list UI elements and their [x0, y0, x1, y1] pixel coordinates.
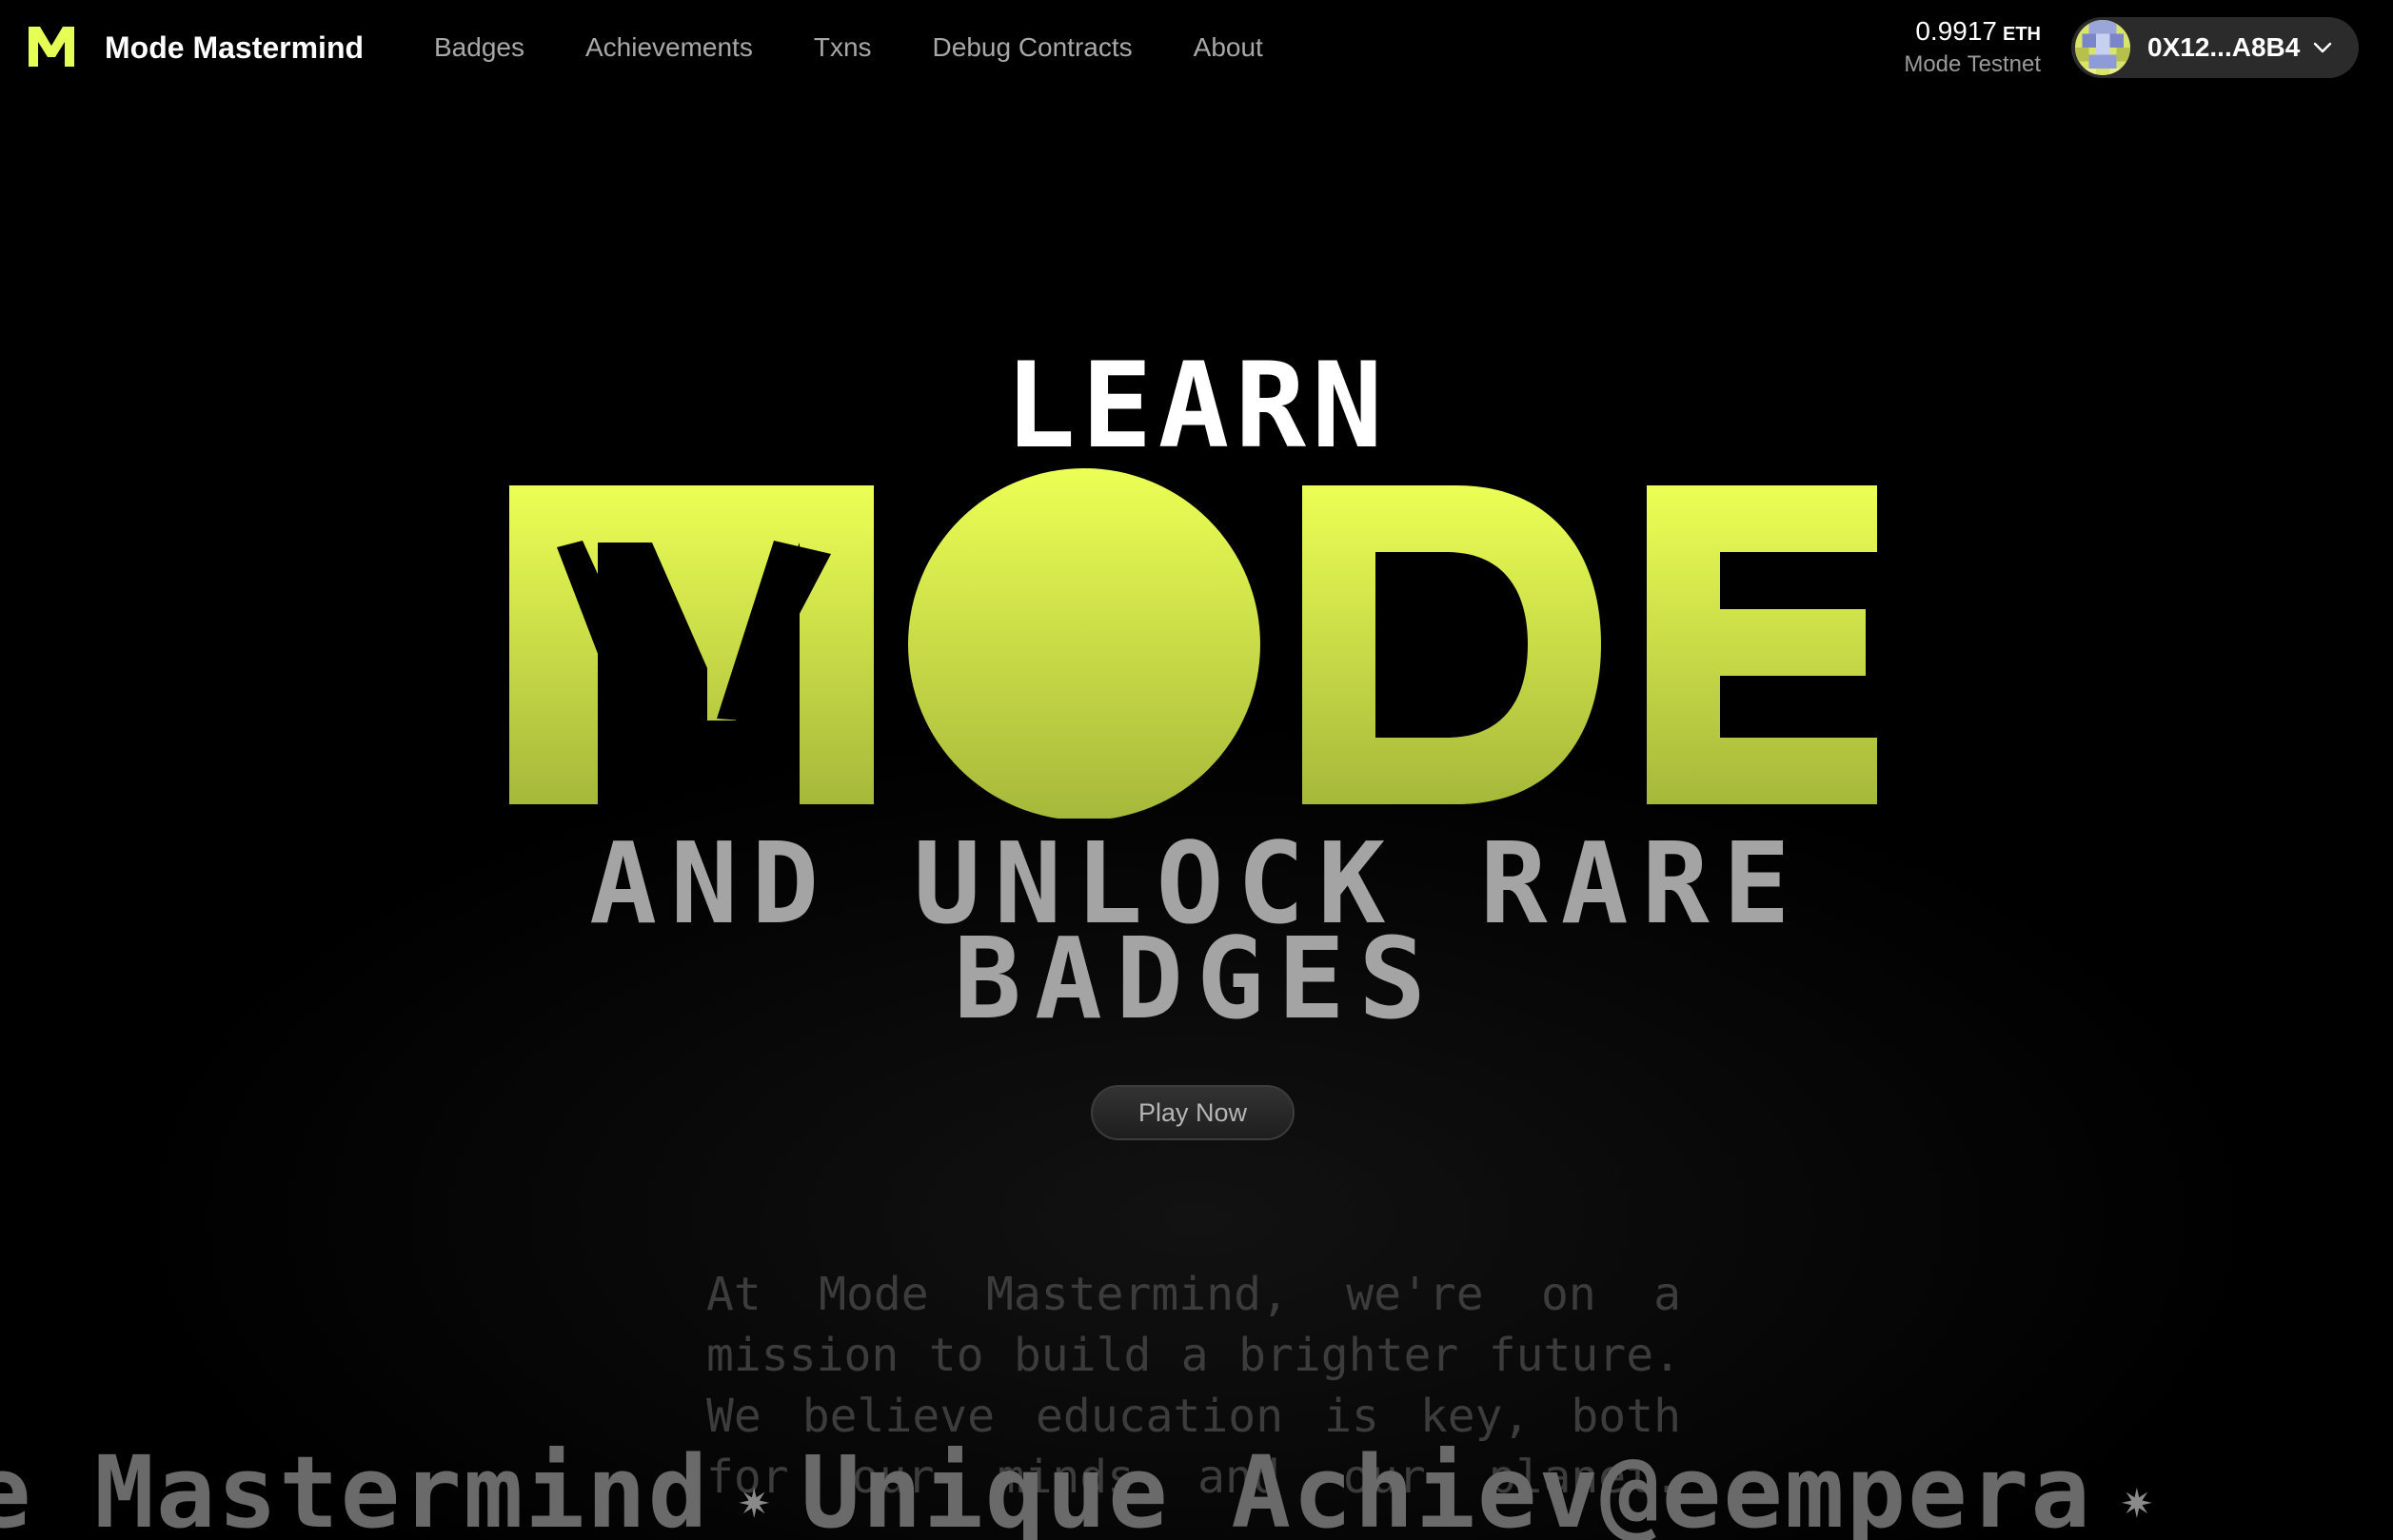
- ticker-item: Unique: [801, 1445, 1170, 1540]
- pixel-avatar-icon: [2075, 20, 2130, 75]
- nav-badges[interactable]: Badges: [434, 27, 524, 69]
- mission-line: At Mode Mastermind, we're on a: [706, 1268, 1681, 1321]
- main-nav: Badges Achievements Txns Debug Contracts…: [434, 27, 1263, 69]
- wallet-account-button[interactable]: 0X12...A8B4: [2071, 17, 2359, 78]
- hero-subtitle-line-2: BADGES: [953, 913, 1440, 1044]
- balance-unit: ETH: [2003, 24, 2041, 45]
- hero-learn-text: LEARN: [1004, 338, 1389, 475]
- hero-mode-wordmark: [509, 468, 1877, 819]
- marquee-ticker: e Mastermind ✷ Unique Achiev@eempera ✷: [0, 1445, 2393, 1540]
- wallet-balance: 0.9917 ETH Mode Testnet: [1904, 15, 2041, 79]
- top-navbar: Mode Mastermind Badges Achievements Txns…: [0, 0, 2393, 95]
- ticker-item: Achiev: [1231, 1445, 1601, 1540]
- play-now-button[interactable]: Play Now: [1091, 1085, 1295, 1140]
- page: Mode Mastermind Badges Achievements Txns…: [0, 0, 2393, 1540]
- network-name: Mode Testnet: [1904, 51, 2041, 77]
- hero-subtitle: AND UNLOCK RARE BADGES: [0, 827, 2393, 1044]
- balance-amount-row: 0.9917 ETH: [1904, 15, 2041, 50]
- sparkle-icon: ✷: [738, 1468, 773, 1530]
- nav-achievements[interactable]: Achievements: [585, 27, 753, 69]
- wallet-address: 0X12...A8B4: [2147, 32, 2301, 62]
- sparkle-icon: ✷: [2120, 1468, 2155, 1530]
- nav-txns[interactable]: Txns: [814, 27, 872, 69]
- mode-logo-icon[interactable]: [27, 21, 76, 70]
- ticker-item: @eempera: [1600, 1445, 2092, 1540]
- mission-line: mission to build a brighter future.: [706, 1329, 1681, 1382]
- ticker-item: e Mastermind: [0, 1445, 710, 1540]
- chevron-down-icon: [2314, 42, 2332, 53]
- brand-name[interactable]: Mode Mastermind: [105, 27, 364, 69]
- nav-debug-contracts[interactable]: Debug Contracts: [933, 27, 1133, 69]
- balance-amount: 0.9917: [1915, 16, 1997, 46]
- mission-line: We believe education is key, both: [706, 1390, 1681, 1443]
- nav-about[interactable]: About: [1194, 27, 1263, 69]
